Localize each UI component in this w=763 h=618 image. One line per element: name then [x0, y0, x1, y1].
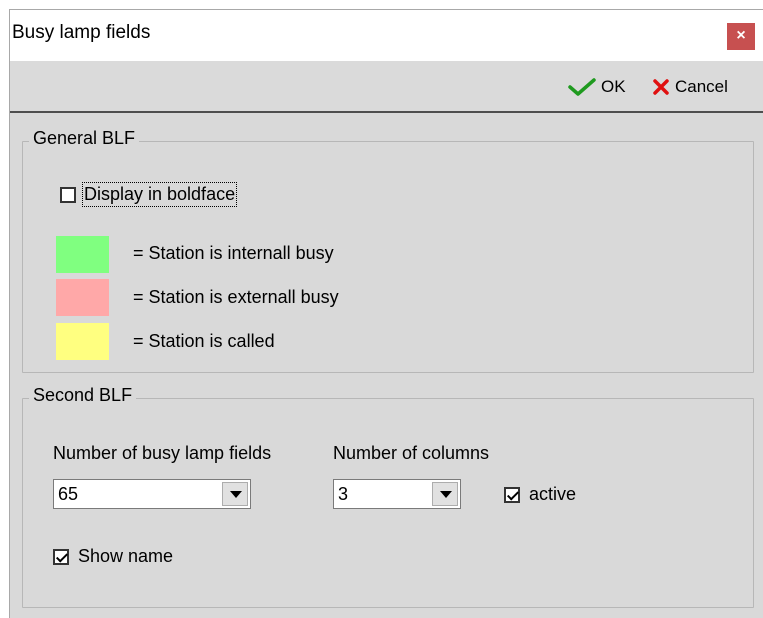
general-blf-legend: General BLF [29, 128, 140, 149]
show-name-checkbox[interactable] [53, 549, 69, 565]
boldface-label[interactable]: Display in boldface [81, 182, 238, 207]
cancel-label: Cancel [675, 77, 728, 96]
second-blf-legend: Second BLF [29, 385, 137, 406]
active-label: active [529, 484, 577, 504]
check-icon [568, 78, 596, 96]
external-busy-swatch [56, 279, 109, 316]
num-columns-value: 3 [338, 484, 349, 504]
boldface-checkbox[interactable] [60, 187, 76, 203]
num-fields-label: Number of busy lamp fields [53, 443, 272, 463]
busy-lamp-fields-dialog: Busy lamp fields × OK Cancel General BLF… [9, 9, 763, 618]
num-fields-select[interactable]: 65 [53, 479, 251, 509]
num-columns-label: Number of columns [333, 443, 490, 463]
internal-busy-label: = Station is internall busy [133, 243, 334, 263]
active-checkbox[interactable] [504, 487, 520, 503]
close-button[interactable]: × [727, 23, 755, 50]
toolbar: OK Cancel [10, 61, 763, 113]
dialog-title: Busy lamp fields [12, 22, 151, 43]
called-swatch [56, 323, 109, 360]
chevron-down-icon[interactable] [222, 482, 248, 506]
ok-button[interactable]: OK [567, 75, 626, 99]
chevron-down-icon[interactable] [432, 482, 458, 506]
internal-busy-swatch [56, 236, 109, 273]
ok-label: OK [601, 77, 626, 96]
x-icon [653, 79, 669, 95]
title-bar: Busy lamp fields × [10, 10, 763, 61]
second-blf-group: Second BLF Number of busy lamp fields 65… [22, 385, 754, 608]
general-blf-group: General BLF Display in boldface = Statio… [22, 128, 754, 373]
show-name-label: Show name [78, 546, 174, 566]
num-fields-value: 65 [58, 484, 79, 504]
external-busy-label: = Station is externall busy [133, 287, 339, 307]
cancel-button[interactable]: Cancel [651, 75, 728, 99]
num-columns-select[interactable]: 3 [333, 479, 461, 509]
close-icon: × [736, 27, 746, 44]
called-label: = Station is called [133, 331, 275, 351]
